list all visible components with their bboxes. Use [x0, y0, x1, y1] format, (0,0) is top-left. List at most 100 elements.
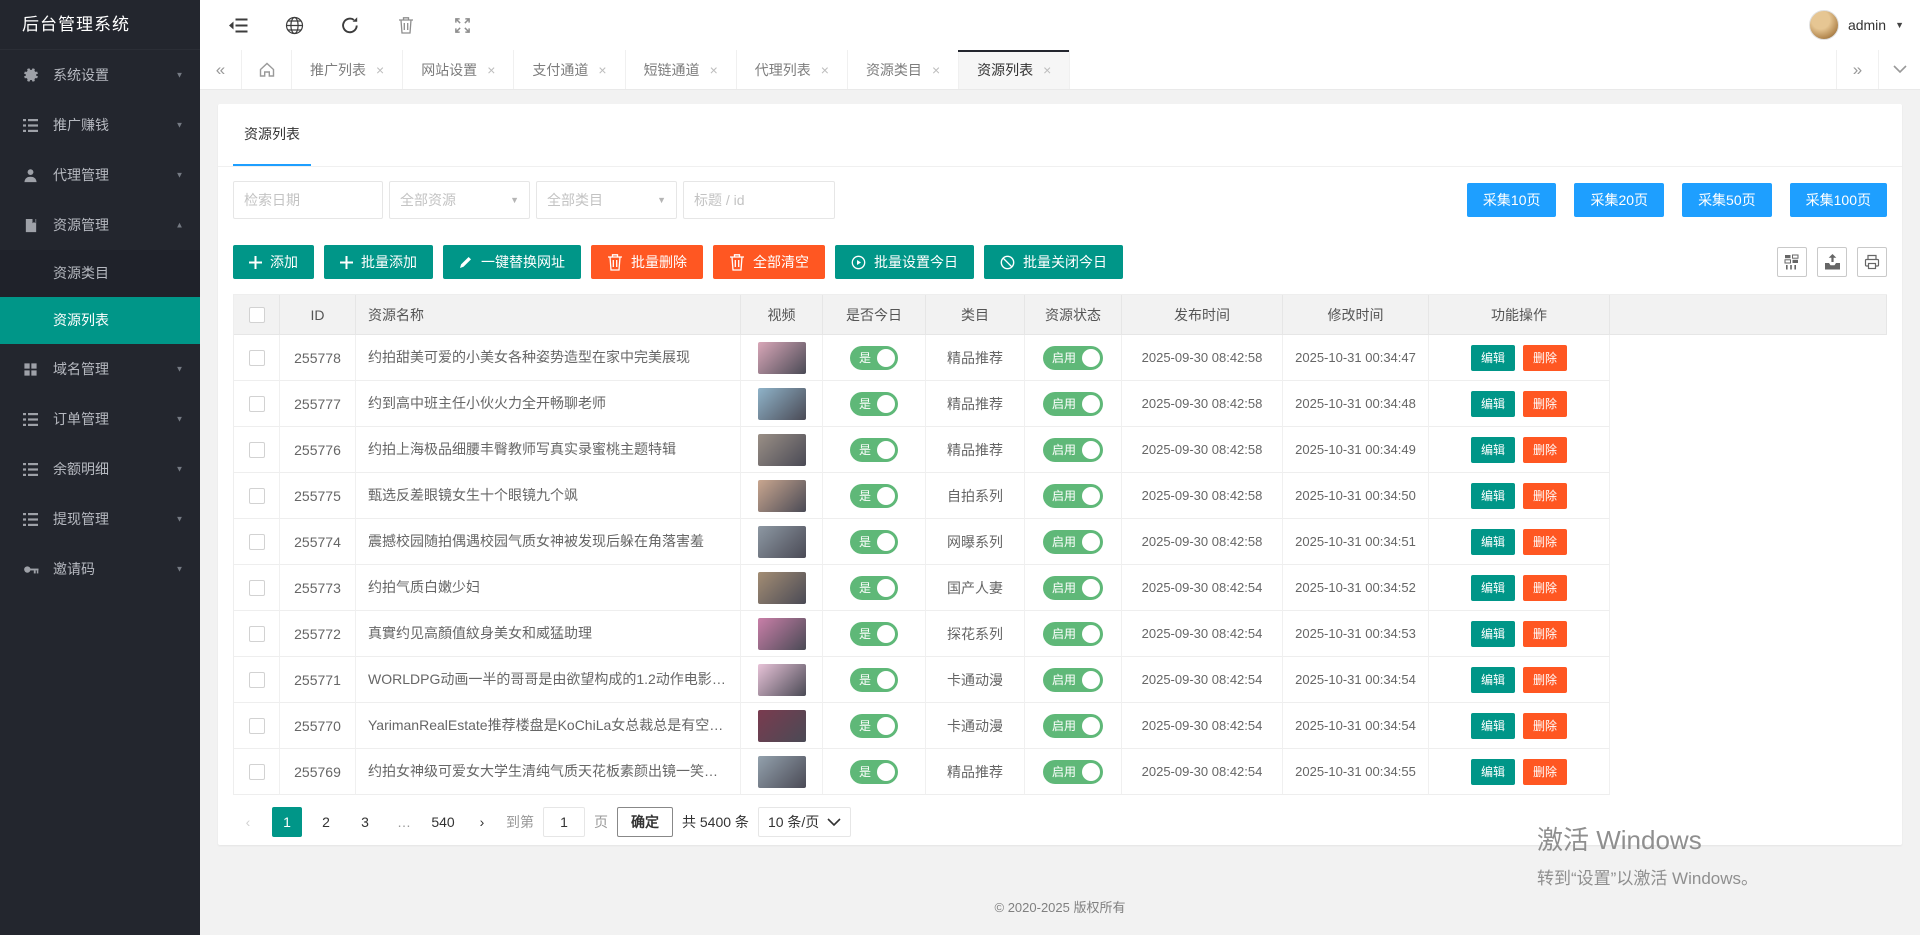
card-tab-resource-list[interactable]: 资源列表	[233, 104, 311, 166]
close-icon[interactable]: ×	[821, 63, 829, 77]
sidebar-item-余额明细[interactable]: 余额明细▼	[0, 444, 200, 494]
language-button[interactable]	[266, 0, 322, 50]
toolbar-button-批量添加[interactable]: 批量添加	[324, 245, 433, 279]
tab-网站设置[interactable]: 网站设置×	[403, 50, 514, 89]
date-input[interactable]	[244, 192, 372, 208]
collapse-sidebar-button[interactable]	[210, 0, 266, 50]
close-icon[interactable]: ×	[487, 63, 495, 77]
sidebar-item-资源管理[interactable]: 资源管理▲	[0, 200, 200, 250]
today-toggle[interactable]: 是	[850, 668, 898, 692]
row-checkbox[interactable]	[249, 442, 265, 458]
edit-button[interactable]: 编辑	[1471, 391, 1515, 417]
status-toggle[interactable]: 启用	[1043, 530, 1103, 554]
collect-button-采集20页[interactable]: 采集20页	[1574, 183, 1664, 217]
fullscreen-button[interactable]	[434, 0, 490, 50]
collect-button-采集10页[interactable]: 采集10页	[1467, 183, 1557, 217]
export-button[interactable]	[1817, 247, 1847, 277]
avatar[interactable]	[1809, 10, 1839, 40]
status-toggle[interactable]: 启用	[1043, 576, 1103, 600]
close-icon[interactable]: ×	[710, 63, 718, 77]
edit-button[interactable]: 编辑	[1471, 483, 1515, 509]
per-page-select[interactable]: 10 条/页	[758, 807, 851, 837]
tab-短链通道[interactable]: 短链通道×	[626, 50, 737, 89]
delete-button[interactable]: 删除	[1523, 483, 1567, 509]
video-thumbnail[interactable]	[758, 756, 806, 788]
home-tab[interactable]	[242, 50, 292, 89]
row-checkbox[interactable]	[249, 672, 265, 688]
page-button-2[interactable]: 2	[311, 807, 341, 837]
next-page-button[interactable]: ›	[467, 807, 497, 837]
resource-type-select[interactable]: 全部资源 ▼	[389, 181, 530, 219]
row-checkbox[interactable]	[249, 626, 265, 642]
collect-button-采集100页[interactable]: 采集100页	[1790, 183, 1887, 217]
prev-page-button[interactable]: ‹	[233, 807, 263, 837]
username[interactable]: admin	[1848, 17, 1886, 33]
today-toggle[interactable]: 是	[850, 576, 898, 600]
status-toggle[interactable]: 启用	[1043, 392, 1103, 416]
delete-button[interactable]: 删除	[1523, 759, 1567, 785]
delete-button[interactable]: 删除	[1523, 575, 1567, 601]
tabs-scroll-left-button[interactable]: «	[200, 50, 242, 89]
delete-button[interactable]: 删除	[1523, 391, 1567, 417]
sidebar-subitem-资源类目[interactable]: 资源类目	[0, 250, 200, 297]
video-thumbnail[interactable]	[758, 664, 806, 696]
row-checkbox[interactable]	[249, 534, 265, 550]
delete-button[interactable]: 删除	[1523, 713, 1567, 739]
video-thumbnail[interactable]	[758, 618, 806, 650]
filter-columns-button[interactable]	[1777, 247, 1807, 277]
toolbar-button-添加[interactable]: 添加	[233, 245, 314, 279]
video-thumbnail[interactable]	[758, 388, 806, 420]
refresh-button[interactable]	[322, 0, 378, 50]
video-thumbnail[interactable]	[758, 434, 806, 466]
clear-cache-button[interactable]	[378, 0, 434, 50]
status-toggle[interactable]: 启用	[1043, 346, 1103, 370]
edit-button[interactable]: 编辑	[1471, 713, 1515, 739]
status-toggle[interactable]: 启用	[1043, 622, 1103, 646]
tab-资源列表[interactable]: 资源列表×	[959, 50, 1070, 89]
close-icon[interactable]: ×	[1043, 63, 1051, 77]
page-button-1[interactable]: 1	[272, 807, 302, 837]
sidebar-item-代理管理[interactable]: 代理管理▼	[0, 150, 200, 200]
goto-page-input[interactable]	[543, 807, 585, 837]
row-checkbox[interactable]	[249, 764, 265, 780]
page-button-3[interactable]: 3	[350, 807, 380, 837]
sidebar-item-提现管理[interactable]: 提现管理▼	[0, 494, 200, 544]
today-toggle[interactable]: 是	[850, 760, 898, 784]
tab-资源类目[interactable]: 资源类目×	[848, 50, 959, 89]
today-toggle[interactable]: 是	[850, 392, 898, 416]
toolbar-button-全部清空[interactable]: 全部清空	[713, 245, 825, 279]
delete-button[interactable]: 删除	[1523, 667, 1567, 693]
edit-button[interactable]: 编辑	[1471, 345, 1515, 371]
status-toggle[interactable]: 启用	[1043, 438, 1103, 462]
video-thumbnail[interactable]	[758, 342, 806, 374]
status-toggle[interactable]: 启用	[1043, 760, 1103, 784]
delete-button[interactable]: 删除	[1523, 345, 1567, 371]
edit-button[interactable]: 编辑	[1471, 437, 1515, 463]
sidebar-item-邀请码[interactable]: 邀请码▼	[0, 544, 200, 594]
toolbar-button-一键替换网址[interactable]: 一键替换网址	[443, 245, 581, 279]
today-toggle[interactable]: 是	[850, 346, 898, 370]
today-toggle[interactable]: 是	[850, 530, 898, 554]
user-menu[interactable]: admin ▼	[1809, 10, 1904, 40]
video-thumbnail[interactable]	[758, 480, 806, 512]
tabs-menu-button[interactable]	[1878, 50, 1920, 89]
status-toggle[interactable]: 启用	[1043, 668, 1103, 692]
sidebar-item-推广赚钱[interactable]: 推广赚钱▼	[0, 100, 200, 150]
collect-button-采集50页[interactable]: 采集50页	[1682, 183, 1772, 217]
today-toggle[interactable]: 是	[850, 714, 898, 738]
category-select[interactable]: 全部类目 ▼	[536, 181, 677, 219]
sidebar-item-域名管理[interactable]: 域名管理▼	[0, 344, 200, 394]
page-button-540[interactable]: 540	[428, 807, 458, 837]
today-toggle[interactable]: 是	[850, 622, 898, 646]
toolbar-button-批量设置今日[interactable]: 批量设置今日	[835, 245, 974, 279]
tabs-scroll-right-button[interactable]: »	[1836, 50, 1878, 89]
goto-confirm-button[interactable]: 确定	[617, 807, 673, 837]
edit-button[interactable]: 编辑	[1471, 759, 1515, 785]
row-checkbox[interactable]	[249, 396, 265, 412]
row-checkbox[interactable]	[249, 307, 265, 323]
video-thumbnail[interactable]	[758, 572, 806, 604]
today-toggle[interactable]: 是	[850, 484, 898, 508]
close-icon[interactable]: ×	[376, 63, 384, 77]
sidebar-subitem-资源列表[interactable]: 资源列表	[0, 297, 200, 344]
sidebar-item-订单管理[interactable]: 订单管理▼	[0, 394, 200, 444]
